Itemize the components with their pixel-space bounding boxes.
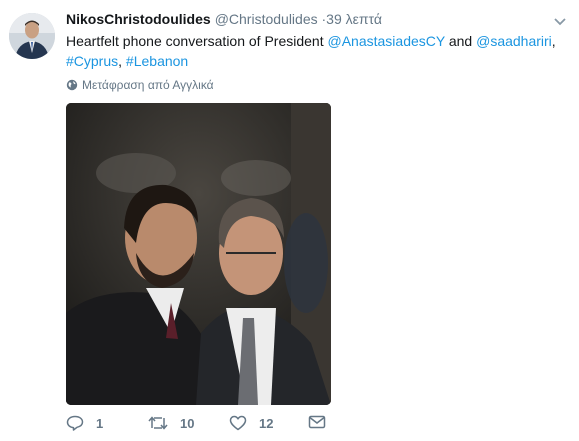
text-segment: , <box>118 53 126 69</box>
mention-link[interactable]: @saadhariri <box>476 33 552 49</box>
retweet-button[interactable]: 10 <box>148 415 194 431</box>
hashtag-link[interactable]: #Cyprus <box>66 53 118 69</box>
author-name[interactable]: NikosChristodoulides <box>66 11 211 27</box>
tweet-text: Heartfelt phone conversation of Presiden… <box>66 31 556 71</box>
tweet-header: NikosChristodoulides @Christodulides ·39 … <box>66 10 382 28</box>
chevron-down-icon[interactable] <box>553 14 567 26</box>
globe-icon <box>66 79 78 91</box>
heart-icon <box>229 415 247 431</box>
tweet-photo[interactable] <box>66 103 331 405</box>
translate-label: Μετάφραση από Αγγλικά <box>82 78 214 92</box>
text-segment: Heartfelt phone conversation of Presiden… <box>66 33 328 49</box>
text-segment: , <box>551 33 556 49</box>
like-button[interactable]: 12 <box>229 415 273 431</box>
reply-icon <box>66 415 84 431</box>
avatar[interactable] <box>9 13 55 59</box>
translate-link[interactable]: Μετάφραση από Αγγλικά <box>66 77 214 93</box>
reply-button[interactable]: 1 <box>66 415 103 431</box>
mention-link[interactable]: @AnastasiadesCY <box>328 33 445 49</box>
envelope-icon <box>308 415 326 429</box>
tweet-time[interactable]: 39 λεπτά <box>326 11 382 27</box>
reply-count: 1 <box>96 415 104 431</box>
tweet-card[interactable]: NikosChristodoulides @Christodulides ·39 … <box>0 0 579 441</box>
direct-message-button[interactable] <box>308 415 326 429</box>
text-segment: and <box>444 33 477 49</box>
retweet-count: 10 <box>180 415 195 431</box>
hashtag-link[interactable]: #Lebanon <box>126 53 188 69</box>
like-count: 12 <box>259 415 274 431</box>
retweet-icon <box>148 416 168 430</box>
author-handle[interactable]: @Christodulides <box>215 11 318 27</box>
